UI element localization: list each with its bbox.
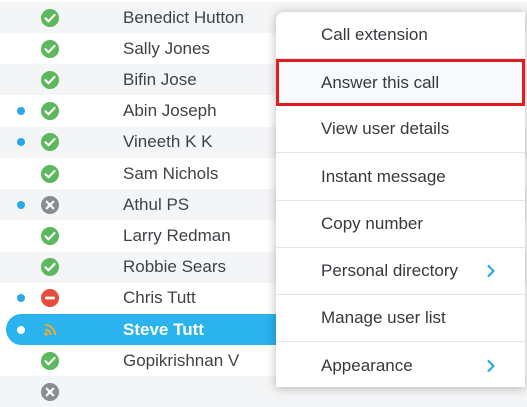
- menu-item-label: Manage user list: [321, 308, 446, 328]
- check-circle-icon: [40, 39, 60, 59]
- menu-item-manage-user-list[interactable]: Manage user list: [276, 295, 525, 343]
- menu-item-label: Instant message: [321, 166, 446, 186]
- presence-dot-icon: [17, 107, 25, 116]
- presence-dot-icon: [17, 138, 25, 147]
- minus-circle-icon: [40, 288, 60, 308]
- user-name: Steve Tutt: [123, 319, 204, 339]
- menu-item-label: Call extension: [321, 25, 428, 44]
- menu-item-personal-directory[interactable]: Personal directory: [276, 248, 525, 295]
- user-name: Vineeth K K: [123, 132, 213, 152]
- user-name: Gopikrishnan V: [123, 350, 240, 370]
- context-menu: Call extension Answer this call View user …: [276, 12, 525, 387]
- check-circle-icon: [40, 70, 60, 90]
- menu-item-appearance[interactable]: Appearance: [276, 342, 525, 389]
- menu-item-label: Answer this call: [321, 72, 440, 92]
- check-circle-icon: [40, 226, 60, 246]
- menu-item-label: Appearance: [321, 355, 413, 375]
- menu-item-label: Copy number: [321, 213, 424, 233]
- user-name: Athul PS: [123, 194, 190, 214]
- presence-dot-icon: [17, 294, 25, 303]
- user-name: Sam Nichols: [123, 163, 219, 183]
- user-name: Robbie Sears: [123, 257, 227, 277]
- presence-dot-icon: [17, 325, 25, 334]
- user-name: Sally Jones: [123, 38, 210, 58]
- user-name: Larry Redman: [123, 225, 231, 245]
- user-name: Benedict Hutton: [123, 7, 244, 27]
- menu-item-view-user-details[interactable]: View user details: [276, 106, 525, 154]
- user-name: Bifin Jose: [123, 69, 197, 89]
- check-circle-icon: [40, 8, 60, 28]
- chevron-right-icon: [483, 263, 499, 279]
- user-name: Abin Joseph: [123, 101, 217, 121]
- presence-dot-icon: [17, 200, 25, 209]
- ringing-waves-icon: [40, 320, 60, 340]
- check-circle-icon: [40, 257, 60, 277]
- menu-item-label: Personal directory: [321, 261, 459, 280]
- user-name: Chris Tutt: [123, 288, 196, 308]
- menu-item-call-extension[interactable]: Call extension: [276, 12, 525, 59]
- menu-item-answer-this-call[interactable]: Answer this call: [276, 59, 525, 107]
- check-circle-icon: [40, 164, 60, 184]
- menu-item-instant-message[interactable]: Instant message: [276, 154, 525, 201]
- check-circle-icon: [40, 132, 60, 152]
- x-circle-icon: [40, 382, 60, 402]
- menu-item-label: View user details: [321, 119, 450, 139]
- x-circle-icon: [40, 195, 60, 215]
- check-circle-icon: [40, 351, 60, 371]
- check-circle-icon: [40, 101, 60, 121]
- chevron-right-icon: [483, 358, 499, 374]
- menu-item-copy-number[interactable]: Copy number: [276, 201, 525, 248]
